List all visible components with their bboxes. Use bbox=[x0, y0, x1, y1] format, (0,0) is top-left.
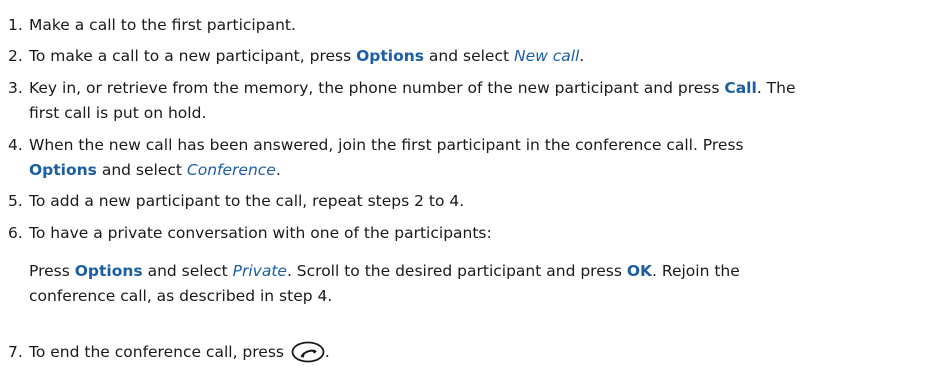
softkey-label-ok: OK bbox=[626, 262, 653, 280]
step-number: 5. bbox=[8, 192, 23, 210]
step-text: Press bbox=[29, 262, 75, 280]
softkey-label-call: Call bbox=[724, 79, 757, 97]
step-text: To make a call to a new participant, pre… bbox=[29, 47, 357, 65]
step-text: and select bbox=[424, 47, 514, 65]
list-item: 3. Key in, or retrieve from the memory, … bbox=[0, 76, 930, 126]
step-text: conference call, as described in step 4. bbox=[29, 287, 333, 305]
step-text: Make a call to the first participant. bbox=[29, 16, 296, 34]
step-text: . Rejoin the bbox=[652, 262, 740, 280]
softkey-label-options: Options bbox=[74, 262, 143, 280]
step-text: To add a new participant to the call, re… bbox=[29, 192, 465, 210]
list-item: 1. Make a call to the first participant. bbox=[0, 13, 930, 38]
list-item: 5. To add a new participant to the call,… bbox=[0, 189, 930, 214]
step-text: first call is put on hold. bbox=[29, 104, 207, 122]
softkey-label-options: Options bbox=[356, 47, 424, 65]
menu-item-private: Private bbox=[232, 262, 287, 280]
step-number: 6. bbox=[8, 224, 23, 242]
step-text: . The bbox=[756, 79, 796, 97]
step-text: . bbox=[579, 47, 585, 65]
step-number: 1. bbox=[8, 16, 23, 34]
menu-item-new-call: New call bbox=[514, 47, 580, 65]
step-text: To end the conference call, press bbox=[29, 343, 289, 361]
step-text: and select bbox=[142, 262, 233, 280]
step-text: When the new call has been answered, joi… bbox=[29, 136, 744, 154]
step-number: 7. bbox=[8, 343, 23, 361]
step-text: and select bbox=[96, 161, 187, 179]
step-text: To have a private conversation with one … bbox=[29, 224, 492, 242]
menu-item-conference: Conference bbox=[186, 161, 276, 179]
step-text: . bbox=[324, 343, 330, 361]
step-number: 2. bbox=[8, 47, 23, 65]
step-number: 3. bbox=[8, 79, 23, 97]
step-text: . bbox=[275, 161, 281, 179]
list-item: 7. To end the conference call, press . bbox=[0, 340, 930, 371]
end-call-key-icon bbox=[291, 341, 325, 371]
list-item: 4. When the new call has been answered, … bbox=[0, 133, 930, 183]
softkey-label-options: Options bbox=[29, 161, 97, 179]
list-item: 2. To make a call to a new participant, … bbox=[0, 44, 930, 69]
step-text: Key in, or retrieve from the memory, the… bbox=[29, 79, 725, 97]
step-number: 4. bbox=[8, 136, 23, 154]
list-item: 6. To have a private conversation with o… bbox=[0, 221, 930, 309]
step-text: . Scroll to the desired participant and … bbox=[286, 262, 627, 280]
